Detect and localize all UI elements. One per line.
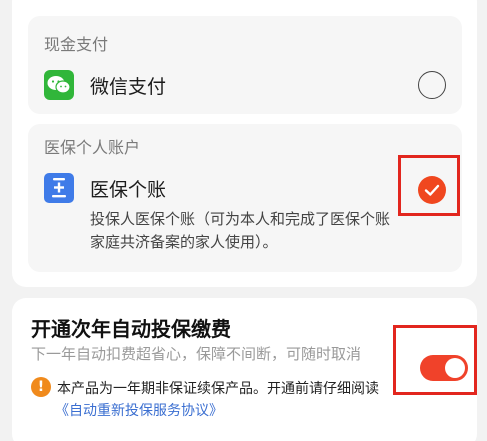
wechat-icon (44, 70, 74, 100)
renewal-notice: 本产品为一年期非保证续保产品。开通前请仔细阅读 (57, 381, 379, 397)
wechat-pay-label[interactable]: 微信支付 (90, 72, 166, 99)
highlight-box-toggle (393, 325, 477, 395)
medical-card-icon (44, 173, 74, 203)
agreement-link[interactable]: 《自动重新投保服务协议》 (55, 400, 223, 420)
wechat-pay-radio[interactable] (418, 71, 446, 99)
highlight-box-checkmark (398, 155, 460, 216)
auto-renew-subtitle: 下一年自动扣费超省心，保障不间断，可随时取消 (31, 345, 362, 363)
warning-icon: ! (31, 377, 51, 397)
medical-section-label: 医保个人账户 (44, 138, 141, 157)
payment-page: 现金支付 微信支付 医保个人账户 医保个账 投保人医保个账（可为本人和完成了医保… (0, 0, 487, 441)
auto-renew-title: 开通次年自动投保缴费 (31, 317, 231, 341)
medical-account-description: 投保人医保个账（可为本人和完成了医保个账家庭共济备案的家人使用）。 (90, 210, 391, 251)
cash-section-label: 现金支付 (44, 35, 109, 54)
medical-account-label[interactable]: 医保个账 (90, 175, 166, 202)
